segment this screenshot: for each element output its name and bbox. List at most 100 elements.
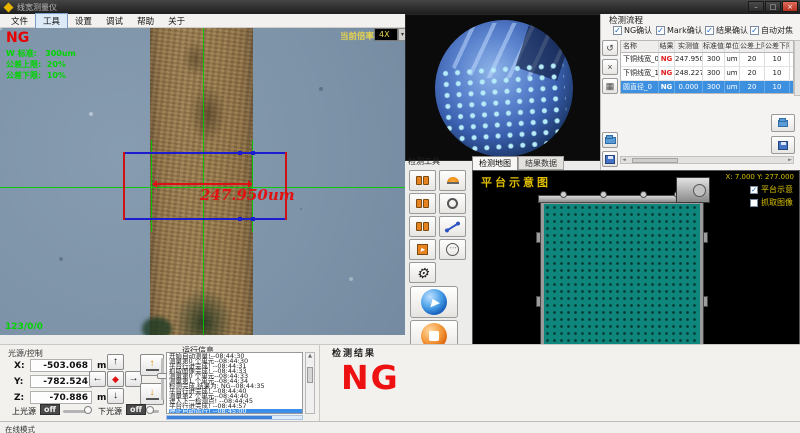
scroll-right-icon[interactable]: ► [788,157,792,163]
lower-light-toggle[interactable]: off [126,404,146,415]
tool-arrow-button[interactable]: ▸ [409,239,436,260]
runlog-horizontal-scrollbar[interactable] [166,415,303,420]
table-row[interactable]: 下铜线宽_0 NG 247.950 300 um 20 10 % [621,53,794,67]
checkbox-autofocus[interactable]: ✓ 自动对焦 [750,25,793,36]
crosshair-vertical-line [203,28,204,335]
pad-icon [423,176,429,185]
table-row[interactable]: 下铜线宽_1 NG 248.227 300 um 20 10 % [621,67,794,81]
stage-clamp [703,232,708,243]
minimize-button[interactable]: – [748,1,764,12]
upper-light-toggle[interactable]: off [40,404,60,415]
tool-settings-button[interactable]: ⚙ [409,262,436,283]
pad-icon [416,176,422,185]
line-points-icon [446,222,458,231]
checkbox-label: 抓取图像 [761,197,793,208]
pad-icon [416,199,422,208]
rail-roller [640,191,647,198]
checkbox-icon: ✓ [656,26,665,35]
title-bar: 线宽测量仪 – □ × [0,0,800,14]
magnification-label: 当前倍率 [340,30,374,42]
pad-icon [416,222,422,231]
checkbox-result-confirm[interactable]: ✓ 结果确认 [705,25,748,36]
chevron-down-icon[interactable]: ▾ [398,28,405,41]
microscope-preview [435,20,573,157]
focus-slider-track[interactable] [161,358,164,400]
axis-y-value: -782.524 [30,375,92,388]
tool-pads-gap-button[interactable] [409,193,436,214]
scrollbar-thumb[interactable] [307,367,313,383]
magnification-select[interactable]: 4X [374,28,398,41]
table-horizontal-scrollbar[interactable]: ◄ ► [620,156,794,164]
scrollbar-thumb[interactable] [632,158,678,163]
jog-left-button[interactable]: ← [89,371,106,387]
menu-help[interactable]: 帮助 [130,14,161,28]
checkbox-platform-view[interactable]: ✓ 平台示意 [750,184,793,195]
load-image-button[interactable] [771,114,795,132]
jog-up-button[interactable]: ↑ [107,354,124,370]
save-image-button[interactable] [771,136,795,154]
tool-line-button[interactable] [439,216,466,237]
upper-light-slider-thumb[interactable] [84,406,92,414]
measure-handle[interactable] [238,217,242,221]
close-button[interactable]: × [782,1,798,12]
rotate-icon[interactable]: ↺ [602,40,618,56]
menu-settings[interactable]: 设置 [68,14,99,28]
checkbox-mark-confirm[interactable]: ✓ Mark确认 [656,25,703,36]
maximize-button[interactable]: □ [765,1,781,12]
runlog-vertical-scrollbar[interactable]: ▲ [305,352,315,414]
save-button[interactable] [602,151,618,167]
scroll-up-icon[interactable]: ▲ [308,353,312,359]
jog-center-button[interactable]: ◆ [107,371,124,387]
tools-title: 检测工具 [408,156,440,167]
camera-lens-icon [693,184,706,197]
camera-view[interactable]: 247.950um NG W 标准: 300um 公差上限: 20% 公差下限:… [0,28,405,335]
folder-icon [605,137,616,144]
open-folder-button[interactable] [602,132,618,148]
lamp-icon [447,177,459,184]
menu-debug[interactable]: 调试 [99,14,130,28]
tool-pads-pitch-button[interactable] [409,216,436,237]
col-measured: 实测值 [675,41,703,52]
col-tol-lower: 公差下限 [765,41,790,52]
tab-detection-map[interactable]: 检测地图 [472,156,518,170]
tool-pads-width-button[interactable] [409,170,436,191]
lower-light-slider-thumb[interactable] [146,406,154,414]
measure-handle[interactable] [251,217,255,221]
checkbox-ng-confirm[interactable]: ✓ NG确认 [613,25,652,36]
light-control-title: 光源/控制 [8,348,43,359]
jog-down-button[interactable]: ↓ [107,388,124,404]
menu-tools[interactable]: 工具 [35,13,68,29]
col-result: 结果 [659,41,675,52]
col-standard: 标准值 [703,41,725,52]
tool-dots-button[interactable]: ⋯ [439,239,466,260]
result-value: NG [341,358,400,397]
delete-icon[interactable]: × [602,59,618,75]
measure-handle[interactable] [238,151,242,155]
status-mode-text: 在线模式 [5,424,35,433]
process-panel: 检测流程 ✓ NG确认 ✓ Mark确认 ✓ 结果确认 ✓ 自动对焦 ↺ × ▦… [600,14,800,170]
measure-handle[interactable] [251,151,255,155]
tool-lamp-button[interactable] [439,170,466,191]
tool-circle-button[interactable] [439,193,466,214]
pcb-pad-dots [439,60,569,153]
menu-file[interactable]: 文件 [4,14,35,28]
runlog-box[interactable]: 开始自动测量!--08:44:30 测量第0 个单元--08:44:30 平台行… [166,352,303,414]
checkbox-grab-image[interactable]: 抓取图像 [750,197,793,208]
start-button[interactable]: ▶ [410,286,458,318]
axis-z-label: Z: [14,393,24,403]
checkbox-icon: ✓ [705,26,714,35]
checkbox-label: 自动对焦 [761,25,793,36]
z-up-arrow-icon: ↑ [150,359,155,368]
save-image-icon [778,141,788,150]
roi-left-line [123,152,125,220]
save-icon [605,155,615,164]
table-row-selected[interactable]: 圆直径_0 NG 0.000 300 um 20 10 % [621,81,794,94]
rail-roller [560,191,567,198]
dust-specks [0,28,2,30]
tab-result-data[interactable]: 结果数据 [518,156,564,170]
table-vertical-scrollbar[interactable] [794,40,800,96]
lower-light-label: 下光源 [98,406,122,417]
scroll-left-icon[interactable]: ◄ [622,157,626,163]
grid-icon[interactable]: ▦ [602,78,618,94]
menu-about[interactable]: 关于 [161,14,192,28]
